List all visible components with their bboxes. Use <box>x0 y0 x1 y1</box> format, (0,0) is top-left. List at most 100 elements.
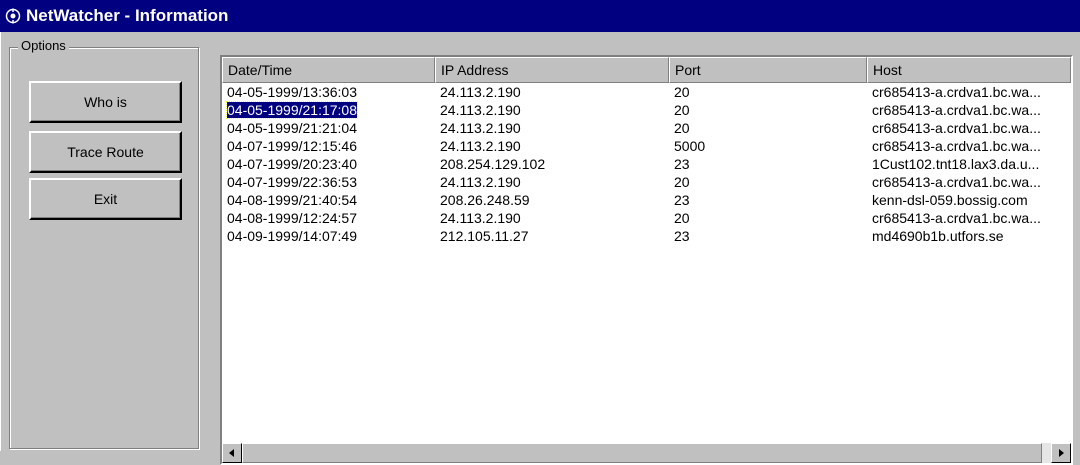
cell-host: cr685413-a.crdva1.bc.wa... <box>867 83 1071 101</box>
cell-ip-address-text: 208.26.248.59 <box>440 192 530 208</box>
cell-host: cr685413-a.crdva1.bc.wa... <box>867 119 1071 137</box>
cell-port: 20 <box>669 101 867 119</box>
cell-datetime: 04-05-1999/13:36:03 <box>222 83 435 101</box>
cell-port: 20 <box>669 209 867 227</box>
cell-datetime-text: 04-09-1999/14:07:49 <box>227 228 357 244</box>
cell-host: kenn-dsl-059.bossig.com <box>867 191 1071 209</box>
cell-datetime: 04-07-1999/12:15:46 <box>222 137 435 155</box>
cell-host: md4690b1b.utfors.se <box>867 227 1071 245</box>
column-header-port[interactable]: Port <box>669 57 867 83</box>
cell-ip-address-text: 212.105.11.27 <box>440 228 529 244</box>
table-row[interactable]: 04-09-1999/14:07:49 212.105.11.27 23 md4690… <box>222 227 1071 245</box>
connections-list[interactable]: Date/Time IP Address Port Host 04-05-199… <box>220 55 1073 465</box>
cell-ip-address-text: 24.113.2.190 <box>440 120 521 136</box>
cell-ip-address: 208.26.248.59 <box>435 191 669 209</box>
cell-port-text: 20 <box>674 84 690 100</box>
exit-button[interactable]: Exit <box>29 178 182 220</box>
scroll-right-button[interactable] <box>1051 443 1071 463</box>
cell-ip-address: 212.105.11.27 <box>435 227 669 245</box>
cell-ip-address-text: 24.113.2.190 <box>440 210 521 226</box>
cell-ip-address: 24.113.2.190 <box>435 173 669 191</box>
cell-ip-address: 24.113.2.190 <box>435 137 669 155</box>
cell-port-text: 20 <box>674 210 690 226</box>
cell-host: cr685413-a.crdva1.bc.wa... <box>867 101 1071 119</box>
cell-host-text: 1Cust102.tnt18.lax3.da.u... <box>872 156 1040 172</box>
cell-host-text: cr685413-a.crdva1.bc.wa... <box>872 102 1041 118</box>
cell-host-text: kenn-dsl-059.bossig.com <box>872 192 1028 208</box>
cell-port-text: 20 <box>674 174 690 190</box>
scroll-track[interactable] <box>242 443 1051 463</box>
cell-port-text: 23 <box>674 228 690 244</box>
cell-port: 20 <box>669 173 867 191</box>
cell-datetime-text: 04-08-1999/21:40:54 <box>227 192 357 208</box>
cell-ip-address: 24.113.2.190 <box>435 83 669 101</box>
table-row[interactable]: 04-07-1999/22:36:53 24.113.2.190 20 cr68541… <box>222 173 1071 191</box>
cell-host-text: cr685413-a.crdva1.bc.wa... <box>872 138 1041 154</box>
scroll-right-arrow-icon <box>1059 449 1064 457</box>
cell-ip-address-text: 24.113.2.190 <box>440 102 521 118</box>
cell-port-text: 5000 <box>674 138 706 154</box>
table-row[interactable]: 04-07-1999/12:15:46 24.113.2.190 5000 cr685… <box>222 137 1071 155</box>
table-row[interactable]: 04-07-1999/20:23:40 208.254.129.102 23 1Cus… <box>222 155 1071 173</box>
cell-datetime-text: 04-05-1999/21:17:08 <box>226 101 358 119</box>
cell-host: cr685413-a.crdva1.bc.wa... <box>867 209 1071 227</box>
cell-port: 5000 <box>669 137 867 155</box>
cell-ip-address-text: 208.254.129.102 <box>440 156 546 172</box>
cell-datetime-text: 04-05-1999/21:21:04 <box>227 120 357 136</box>
column-header-host[interactable]: Host <box>867 57 1071 83</box>
column-header-ip-address[interactable]: IP Address <box>435 57 669 83</box>
cell-port: 23 <box>669 227 867 245</box>
who-is-button[interactable]: Who is <box>29 81 182 123</box>
cell-ip-address: 24.113.2.190 <box>435 209 669 227</box>
cell-datetime-text: 04-05-1999/13:36:03 <box>227 84 357 100</box>
cell-port-text: 23 <box>674 192 690 208</box>
cell-ip-address: 24.113.2.190 <box>435 101 669 119</box>
cell-datetime: 04-08-1999/12:24:57 <box>222 209 435 227</box>
cell-ip-address: 24.113.2.190 <box>435 119 669 137</box>
scroll-left-button[interactable] <box>222 443 242 463</box>
title-bar[interactable]: NetWatcher - Information <box>0 0 1080 32</box>
cell-datetime-text: 04-07-1999/20:23:40 <box>227 156 357 172</box>
cell-ip-address-text: 24.113.2.190 <box>440 138 521 154</box>
cell-datetime-text: 04-08-1999/12:24:57 <box>227 210 357 226</box>
cell-datetime: 04-05-1999/21:17:08 <box>222 101 435 119</box>
cell-datetime-text: 04-07-1999/22:36:53 <box>227 174 357 190</box>
trace-route-button[interactable]: Trace Route <box>29 131 182 173</box>
cell-host-text: cr685413-a.crdva1.bc.wa... <box>872 174 1041 190</box>
table-row[interactable]: 04-08-1999/21:40:54 208.26.248.59 23 kenn-d… <box>222 191 1071 209</box>
cell-datetime: 04-07-1999/20:23:40 <box>222 155 435 173</box>
netwatcher-app-icon[interactable] <box>5 8 21 24</box>
cell-datetime: 04-09-1999/14:07:49 <box>222 227 435 245</box>
table-row[interactable]: 04-05-1999/21:17:08 24.113.2.190 20 cr68541… <box>222 101 1071 119</box>
window-title: NetWatcher - Information <box>26 6 229 25</box>
cell-host: cr685413-a.crdva1.bc.wa... <box>867 137 1071 155</box>
cell-host-text: cr685413-a.crdva1.bc.wa... <box>872 84 1041 100</box>
list-header: Date/Time IP Address Port Host <box>222 57 1071 83</box>
horizontal-scrollbar[interactable] <box>222 443 1071 463</box>
cell-host-text: cr685413-a.crdva1.bc.wa... <box>872 210 1041 226</box>
cell-ip-address-text: 24.113.2.190 <box>440 174 521 190</box>
cell-datetime: 04-08-1999/21:40:54 <box>222 191 435 209</box>
cell-port: 23 <box>669 155 867 173</box>
cell-host-text: md4690b1b.utfors.se <box>872 228 1004 244</box>
column-header-datetime[interactable]: Date/Time <box>222 57 435 83</box>
cell-datetime: 04-07-1999/22:36:53 <box>222 173 435 191</box>
options-legend: Options <box>18 38 69 53</box>
cell-host: cr685413-a.crdva1.bc.wa... <box>867 173 1071 191</box>
scroll-thumb[interactable] <box>242 443 1042 463</box>
cell-host-text: cr685413-a.crdva1.bc.wa... <box>872 120 1041 136</box>
table-row[interactable]: 04-05-1999/13:36:03 24.113.2.190 20 cr68541… <box>222 83 1071 101</box>
cell-port-text: 20 <box>674 102 690 118</box>
list-rows: 04-05-1999/13:36:03 24.113.2.190 20 cr68541… <box>222 83 1071 245</box>
main-window: Options Who is Trace Route Exit Date/Tim… <box>0 32 1080 465</box>
scroll-left-arrow-icon <box>229 449 234 457</box>
table-row[interactable]: 04-08-1999/12:24:57 24.113.2.190 20 cr68541… <box>222 209 1071 227</box>
cell-ip-address: 208.254.129.102 <box>435 155 669 173</box>
cell-port-text: 23 <box>674 156 690 172</box>
cell-port: 23 <box>669 191 867 209</box>
table-row[interactable]: 04-05-1999/21:21:04 24.113.2.190 20 cr68541… <box>222 119 1071 137</box>
cell-port: 20 <box>669 83 867 101</box>
cell-port-text: 20 <box>674 120 690 136</box>
cell-ip-address-text: 24.113.2.190 <box>440 84 521 100</box>
cell-port: 20 <box>669 119 867 137</box>
